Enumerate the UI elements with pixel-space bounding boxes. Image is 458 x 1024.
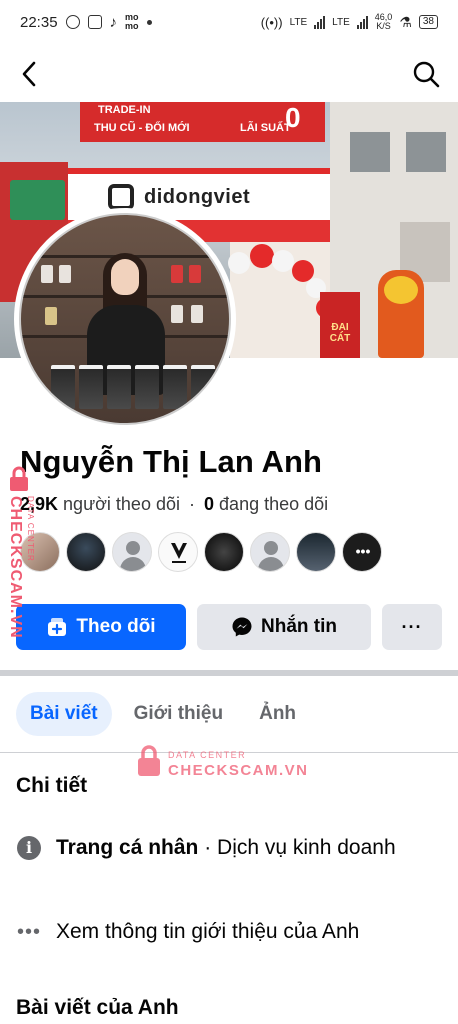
follower-avatar[interactable] <box>204 532 244 572</box>
iphone-boxes <box>37 365 217 423</box>
app-bar <box>0 44 458 102</box>
profile-tabs: Bài viết Giới thiệu Ảnh <box>16 692 310 736</box>
signal-1-icon <box>314 15 326 29</box>
profile-name: Nguyễn Thị Lan Anh <box>20 444 323 479</box>
status-bar: 22:35 ♪ mo mo ((•)) LTE LTE 46,0 K/S ⚗ 38 <box>0 0 458 44</box>
follow-icon <box>48 618 67 636</box>
cover-red-banner: ĐẠI CÁT <box>320 292 360 358</box>
follower-avatar-default[interactable] <box>112 532 152 572</box>
details-title: Chi tiết <box>16 774 88 797</box>
stats-separator: · <box>189 494 195 514</box>
battery-indicator: 38 <box>418 15 438 29</box>
hotspot-icon: ((•)) <box>260 14 283 30</box>
follow-button[interactable]: Theo dõi <box>16 604 186 650</box>
cover-sign-line1: TRADE-IN <box>98 104 151 116</box>
followers-label[interactable]: người theo dõi <box>63 494 180 514</box>
detail-page-type-rest: · Dịch vụ kinh doanh <box>198 836 396 859</box>
detail-page-type: i Trang cá nhân · Dịch vụ kinh doanh <box>16 832 436 864</box>
phone-box <box>171 305 183 323</box>
building-window <box>406 132 446 172</box>
watermark-center: DATA CENTER CHECKSCAM.VN <box>136 744 307 780</box>
lion-dance-figure <box>378 270 424 358</box>
follower-avatar-default[interactable] <box>250 532 290 572</box>
balloon <box>250 244 274 268</box>
search-button[interactable] <box>410 58 442 90</box>
lion-face <box>384 276 418 304</box>
lock-icon <box>10 466 28 491</box>
more-dots-icon: ••• <box>355 543 371 559</box>
watermark-side-text: CHECKSCAM.VN <box>7 496 24 639</box>
banner-line: ĐẠI <box>331 322 349 333</box>
search-icon <box>413 61 440 88</box>
more-followers-button[interactable]: ••• <box>342 532 382 572</box>
phone-box <box>171 265 183 283</box>
following-label[interactable]: đang theo dõi <box>219 494 328 514</box>
phone-box <box>189 265 201 283</box>
flask-icon: ⚗ <box>399 13 412 30</box>
see-about-link[interactable]: ••• Xem thông tin giới thiệu của Anh <box>16 916 436 948</box>
cover-top-sign: TRADE-IN THU CŨ - ĐỔI MỚI LÃI SUẤT 0 <box>80 102 325 142</box>
network-label-1: LTE <box>289 16 308 28</box>
watermark-center-small: DATA CENTER <box>168 750 247 760</box>
balloon <box>272 250 294 272</box>
watermark-side-small: DATA CENTER <box>26 496 35 562</box>
tiktok-icon: ♪ <box>109 13 118 31</box>
instagram-icon <box>65 15 80 29</box>
follower-avatar[interactable] <box>296 532 336 572</box>
detail-icon-wrap: i <box>16 832 42 864</box>
message-button-label: Nhắn tin <box>261 616 337 637</box>
cover-sign-line2: THU CŨ - ĐỔI MỚI <box>94 122 190 134</box>
arrow-left-icon <box>22 61 36 87</box>
lock-icon <box>138 745 160 776</box>
info-icon: i <box>17 836 41 860</box>
person-face <box>111 259 139 295</box>
cover-green-poster <box>10 180 65 220</box>
posts-title: Bài viết của Anh <box>16 996 179 1019</box>
net-speed-unit: K/S <box>376 21 391 31</box>
tab-about[interactable]: Giới thiệu <box>120 692 238 736</box>
follower-avatar[interactable] <box>158 532 198 572</box>
network-label-2: LTE <box>332 16 350 28</box>
phone-box <box>191 305 203 323</box>
detail-icon-wrap: ••• <box>16 916 42 948</box>
notification-dot-icon <box>146 19 152 25</box>
tab-posts[interactable]: Bài viết <box>16 692 112 736</box>
balloon <box>228 252 250 274</box>
phone-box <box>41 265 53 283</box>
following-count[interactable]: 0 <box>204 494 214 514</box>
cover-sign-big: 0 <box>285 102 301 133</box>
more-horizontal-icon: ··· <box>401 616 423 637</box>
store-logo-icon <box>108 184 134 210</box>
cover-brand: didongviet <box>144 186 251 208</box>
detail-page-type-text: Trang cá nhân · Dịch vụ kinh doanh <box>56 832 396 864</box>
net-speed: 46,0 K/S <box>375 13 393 31</box>
tab-photos[interactable]: Ảnh <box>245 692 310 736</box>
building-window <box>350 132 390 172</box>
more-options-button[interactable]: ··· <box>382 604 442 650</box>
messenger-icon <box>232 617 252 637</box>
detail-page-type-bold: Trang cá nhân <box>56 836 199 859</box>
bag-icon <box>87 15 102 29</box>
back-button[interactable] <box>14 58 46 90</box>
signal-2-icon <box>356 15 368 29</box>
profile-avatar[interactable] <box>14 208 236 430</box>
phone-box <box>59 265 71 283</box>
tuxedo-logo-icon <box>171 543 187 563</box>
banner-line: CÁT <box>329 333 351 344</box>
avatar-photo <box>19 213 231 425</box>
section-divider <box>0 670 458 676</box>
follow-button-label: Theo dõi <box>76 616 156 637</box>
message-button[interactable]: Nhắn tin <box>197 604 371 650</box>
watermark-side: CHECKSCAM.VN DATA CENTER <box>4 466 40 656</box>
watermark-center-big: CHECKSCAM.VN <box>168 762 309 779</box>
clock: 22:35 <box>20 13 58 31</box>
momo-icon: mo mo <box>125 12 139 31</box>
see-about-text: Xem thông tin giới thiệu của Anh <box>56 920 360 943</box>
follow-stats: 2,9K người theo dõi · 0 đang theo dõi <box>20 494 328 515</box>
phone-box <box>45 307 57 325</box>
follower-avatars: ••• <box>20 532 382 572</box>
cover-sign-line3: LÃI SUẤT <box>240 122 291 134</box>
follower-avatar[interactable] <box>66 532 106 572</box>
more-horizontal-icon: ••• <box>16 921 41 943</box>
